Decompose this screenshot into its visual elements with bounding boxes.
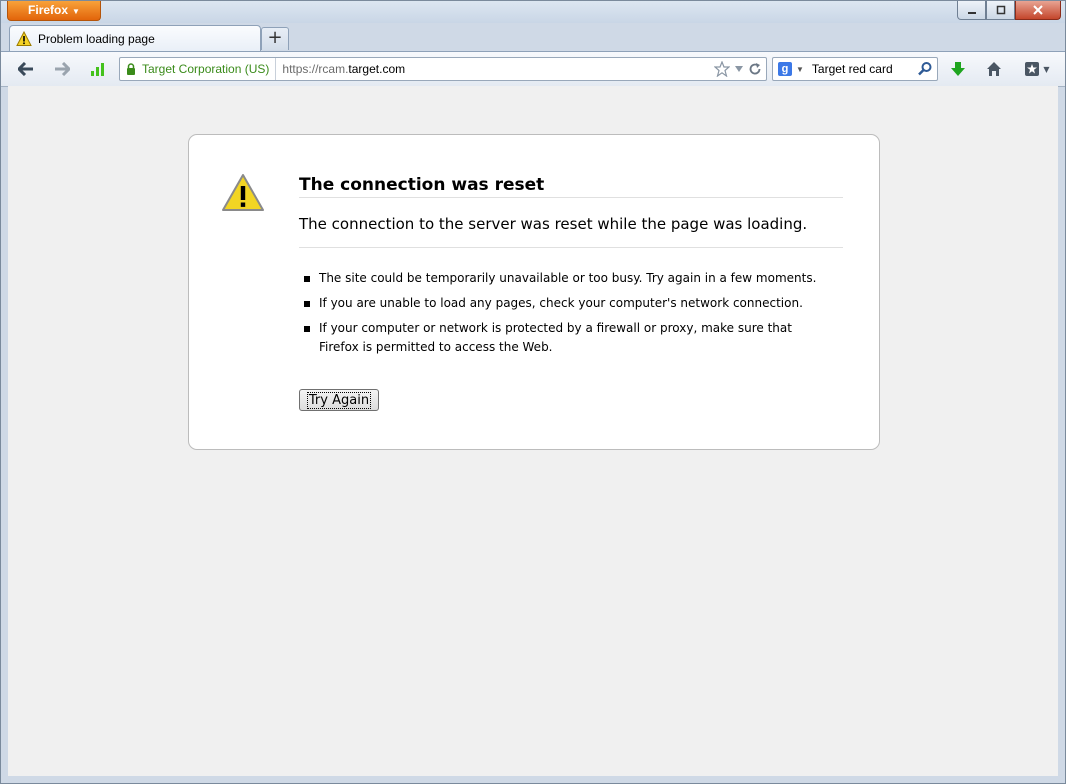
restore-icon — [996, 5, 1005, 15]
list-item: The site could be temporarily unavailabl… — [299, 269, 819, 288]
bookmark-star-icon[interactable] — [714, 61, 730, 77]
home-button[interactable] — [983, 59, 1005, 79]
list-item: If your computer or network is protected… — [299, 319, 819, 357]
forward-button[interactable] — [51, 59, 73, 79]
identity-label: Target Corporation (US) — [142, 62, 270, 76]
downloads-button[interactable] — [947, 59, 969, 79]
history-dropdown-icon[interactable] — [734, 64, 744, 74]
google-search-engine-icon[interactable]: g — [778, 62, 792, 76]
url-text[interactable]: https://rcam.target.com — [282, 62, 405, 76]
forward-arrow-icon — [55, 62, 70, 76]
warning-icon — [16, 31, 32, 46]
bookmarks-dropdown-icon: ▼ — [1043, 64, 1050, 74]
url-domain: target.com — [348, 62, 406, 76]
minimize-icon — [967, 12, 976, 14]
back-arrow-icon — [18, 62, 33, 76]
minimize-button[interactable] — [957, 1, 986, 20]
tab-problem-loading[interactable]: Problem loading page — [9, 25, 261, 52]
large-warning-icon — [222, 174, 264, 211]
search-icon[interactable] — [917, 61, 933, 77]
try-again-label: Try Again — [306, 391, 372, 409]
try-again-button[interactable]: Try Again — [299, 389, 379, 411]
close-button[interactable] — [1015, 1, 1061, 20]
error-suggestions-list: The site could be temporarily unavailabl… — [299, 269, 819, 363]
close-icon — [1033, 5, 1043, 15]
firefox-menu-label: Firefox — [28, 3, 69, 17]
download-arrow-icon — [951, 62, 965, 76]
lock-icon — [127, 63, 135, 75]
signal-bars-button[interactable] — [87, 59, 109, 79]
tab-strip: Problem loading page + — [1, 23, 1065, 52]
search-input[interactable]: Target red card — [812, 62, 893, 76]
url-prefix: https://rcam. — [282, 62, 349, 76]
dropdown-arrow-icon: ▼ — [72, 7, 80, 16]
search-bar[interactable]: g ▼ Target red card — [772, 57, 938, 81]
page-content: The connection was reset The connection … — [8, 86, 1058, 776]
new-tab-button[interactable]: + — [261, 27, 289, 50]
url-bar-icons — [714, 58, 762, 80]
back-button[interactable] — [15, 59, 37, 79]
engine-dropdown-icon[interactable]: ▼ — [796, 65, 804, 74]
firefox-menu-button[interactable]: Firefox ▼ — [7, 1, 101, 21]
signal-bars-icon — [91, 63, 104, 76]
reload-icon[interactable] — [748, 62, 762, 76]
list-item: If you are unable to load any pages, che… — [299, 294, 819, 313]
url-bar[interactable]: Target Corporation (US) https://rcam.tar… — [119, 57, 767, 81]
bookmarks-star-icon — [1025, 62, 1040, 76]
home-icon — [987, 62, 1001, 76]
plus-icon: + — [267, 27, 283, 48]
error-title: The connection was reset — [299, 175, 843, 198]
title-bar: Firefox ▼ — [1, 1, 1065, 23]
tab-label: Problem loading page — [38, 32, 155, 46]
browser-window: Firefox ▼ Problem loading page + Target … — [0, 0, 1066, 784]
restore-button[interactable] — [986, 1, 1015, 20]
error-page-container: The connection was reset The connection … — [188, 134, 880, 450]
error-short-description: The connection to the server was reset w… — [299, 215, 843, 248]
bookmarks-menu-button[interactable]: ▼ — [1021, 59, 1053, 79]
window-controls — [957, 1, 1061, 21]
navigation-toolbar: Target Corporation (US) https://rcam.tar… — [1, 51, 1065, 87]
site-identity-button[interactable]: Target Corporation (US) — [120, 58, 277, 80]
